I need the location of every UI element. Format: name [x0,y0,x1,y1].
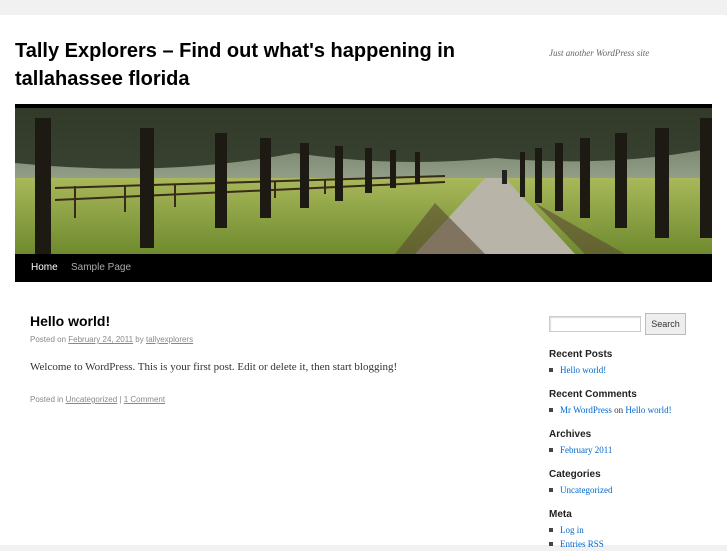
list-item: Uncategorized [549,483,612,497]
recent-posts-title: Recent Posts [549,349,613,360]
category-link[interactable]: Uncategorized [560,485,612,495]
meta-title: Meta [549,509,572,520]
recent-posts-list: Hello world! [549,363,606,377]
tree-avenue-photo [15,108,712,254]
entries-rss-link[interactable]: Entries RSS [560,539,604,549]
posted-on-label: Posted on [30,335,67,344]
login-link[interactable]: Log in [560,525,584,535]
post-comments-link[interactable]: 1 Comment [124,395,165,404]
post-category-link[interactable]: Uncategorized [66,395,118,404]
meta-list: Log in Entries RSS [549,523,604,551]
post-meta: Posted on February 24, 2011 by tallyexpl… [30,335,193,344]
search-input[interactable] [549,316,641,332]
comment-post-link[interactable]: Hello world! [625,405,671,415]
comment-author-link[interactable]: Mr WordPress [560,405,612,415]
post-footer: Posted in Uncategorized | 1 Comment [30,395,165,404]
main-nav: Home Sample Page [15,254,712,282]
archives-title: Archives [549,429,592,440]
post-date-link[interactable]: February 24, 2011 [68,335,133,344]
recent-comments-list: Mr WordPress on Hello world! [549,403,672,417]
site-title-link[interactable]: Tally Explorers – Find out what's happen… [15,40,455,90]
list-item: Entries RSS [549,537,604,551]
recent-post-link[interactable]: Hello world! [560,365,606,375]
meta-separator: | [119,395,122,404]
posted-in-label: Posted in [30,395,64,404]
comment-on-label: on [614,405,624,415]
categories-list: Uncategorized [549,483,612,497]
site-title: Tally Explorers – Find out what's happen… [15,37,525,93]
archive-link[interactable]: February 2011 [560,445,612,455]
site-description: Just another WordPress site [549,48,650,58]
header-image [15,104,712,258]
post-title-link[interactable]: Hello world! [30,313,110,329]
list-item: Mr WordPress on Hello world! [549,403,672,417]
archives-list: February 2011 [549,443,612,457]
post-content: Welcome to WordPress. This is your first… [30,361,398,373]
by-label: by [135,335,144,344]
search-button[interactable]: Search [645,313,686,335]
categories-title: Categories [549,469,601,480]
list-item: Log in [549,523,604,537]
nav-item-home[interactable]: Home [24,254,65,282]
post-title: Hello world! [30,313,110,329]
recent-comments-title: Recent Comments [549,389,637,400]
page-wrapper: Tally Explorers – Find out what's happen… [0,15,727,549]
list-item: Hello world! [549,363,606,377]
post-author-link[interactable]: tallyexplorers [146,335,193,344]
nav-item-sample-page[interactable]: Sample Page [64,254,138,282]
list-item: February 2011 [549,443,612,457]
